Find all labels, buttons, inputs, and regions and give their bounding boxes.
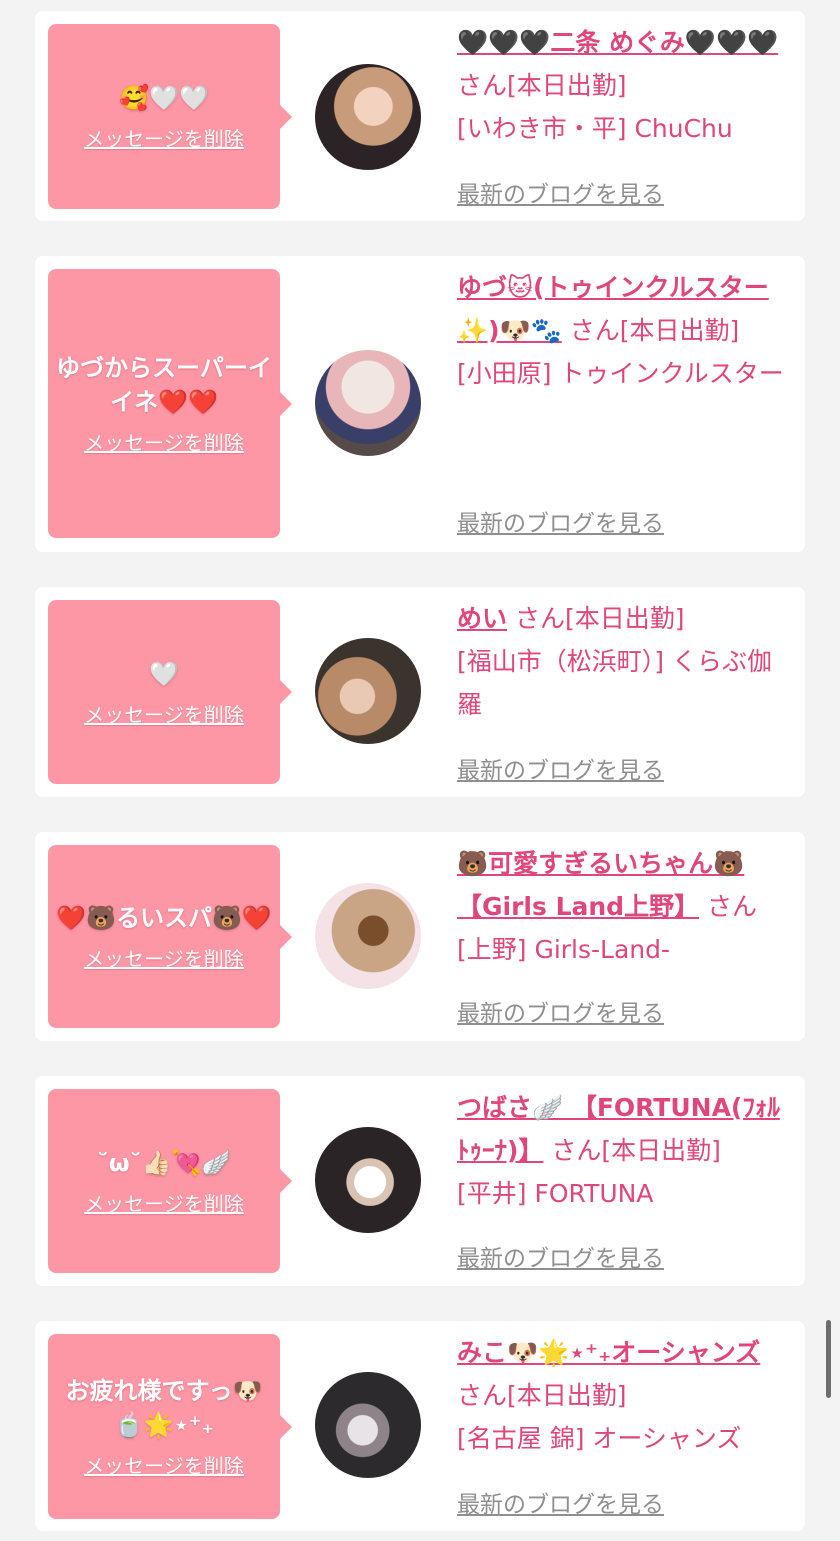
message-bubble: 🤍 メッセージを削除 xyxy=(48,600,292,784)
shop-label: [上野] Girls-Land- xyxy=(457,935,671,964)
view-blog-link[interactable]: 最新のブログを見る xyxy=(457,504,664,538)
message-bubble: ❤️🐻るいスパ🐻❤️ メッセージを削除 xyxy=(48,845,292,1028)
san-label: さん xyxy=(514,604,565,633)
girl-name-link[interactable]: みこ🐶🌟⋆⁺₊オーシャンズ xyxy=(457,1338,760,1367)
message-text: ❤️🐻るいスパ🐻❤️ xyxy=(56,904,272,932)
san-label: さん xyxy=(551,1136,602,1165)
list-item: ゆづからスーパーイイネ❤️❤️ メッセージを削除 ゆづ🐱(トゥインクルスター✨)… xyxy=(35,256,805,552)
card-info: 🖤🖤🖤二条 めぐみ🖤🖤🖤 さん[本日出勤] [いわき市・平] ChuChu xyxy=(457,21,789,150)
status-badge: [本日出勤] xyxy=(507,1381,627,1410)
card-info: めい さん[本日出勤] [福山市（松浜町）] くらぶ伽羅 xyxy=(457,597,789,726)
card-info: つばさ🪽 【FORTUNA(ﾌｫﾙﾄｩｰﾅ)】 さん[本日出勤] [平井] FO… xyxy=(457,1086,789,1215)
shop-label: [平井] FORTUNA xyxy=(457,1179,654,1208)
message-bubble: ゆづからスーパーイイネ❤️❤️ メッセージを削除 xyxy=(48,269,292,538)
girl-name-link[interactable]: 🐻可愛すぎるいちゃん🐻【Girls Land上野】 xyxy=(457,849,744,921)
card-info: 🐻可愛すぎるいちゃん🐻【Girls Land上野】 さん [上野] Girls-… xyxy=(457,842,789,971)
avatar[interactable] xyxy=(315,883,421,989)
delete-message-link[interactable]: メッセージを削除 xyxy=(84,943,244,972)
san-label: さん xyxy=(457,1381,508,1410)
girl-name-link[interactable]: 🖤🖤🖤二条 めぐみ🖤🖤🖤 xyxy=(457,28,778,57)
delete-message-link[interactable]: メッセージを削除 xyxy=(84,1188,244,1217)
list-item: お疲れ様ですっ🐶🍵🌟⋆⁺₊ メッセージを削除 みこ🐶🌟⋆⁺₊オーシャンズ さん[… xyxy=(35,1321,805,1531)
san-label: さん xyxy=(707,892,758,921)
avatar[interactable] xyxy=(315,350,421,456)
status-badge: [本日出勤] xyxy=(507,71,627,100)
girl-name-link[interactable]: めい xyxy=(457,604,507,633)
scrollbar[interactable] xyxy=(826,1320,831,1398)
shop-label: [小田原] トゥインクルスター xyxy=(457,359,784,388)
message-text: ˘ω˘👍🏻💘🪽 xyxy=(96,1148,232,1177)
shop-label: [いわき市・平] ChuChu xyxy=(457,114,733,143)
view-blog-link[interactable]: 最新のブログを見る xyxy=(457,1239,664,1273)
avatar[interactable] xyxy=(315,1127,421,1233)
message-bubble: 🥰🤍🤍 メッセージを削除 xyxy=(48,24,292,209)
list-item: ˘ω˘👍🏻💘🪽 メッセージを削除 つばさ🪽 【FORTUNA(ﾌｫﾙﾄｩｰﾅ)】… xyxy=(35,1076,805,1286)
message-text: 🤍 xyxy=(149,659,179,688)
avatar[interactable] xyxy=(315,1372,421,1478)
status-badge: [本日出勤] xyxy=(564,604,685,633)
view-blog-link[interactable]: 最新のブログを見る xyxy=(457,175,664,209)
delete-message-link[interactable]: メッセージを削除 xyxy=(84,123,244,152)
shop-label: [福山市（松浜町）] くらぶ伽羅 xyxy=(457,647,772,719)
message-bubble: ˘ω˘👍🏻💘🪽 メッセージを削除 xyxy=(48,1089,292,1273)
view-blog-link[interactable]: 最新のブログを見る xyxy=(457,1485,664,1519)
san-label: さん xyxy=(569,316,620,345)
message-bubble: お疲れ様ですっ🐶🍵🌟⋆⁺₊ メッセージを削除 xyxy=(48,1334,292,1519)
delete-message-link[interactable]: メッセージを削除 xyxy=(84,699,244,728)
message-text: 🥰🤍🤍 xyxy=(119,84,209,112)
delete-message-link[interactable]: メッセージを削除 xyxy=(84,1450,244,1479)
list-item: ❤️🐻るいスパ🐻❤️ メッセージを削除 🐻可愛すぎるいちゃん🐻【Girls La… xyxy=(35,832,805,1041)
message-text: ゆづからスーパーイイネ❤️❤️ xyxy=(56,354,272,416)
list-item: 🤍 メッセージを削除 めい さん[本日出勤] [福山市（松浜町）] くらぶ伽羅 … xyxy=(35,587,805,797)
view-blog-link[interactable]: 最新のブログを見る xyxy=(457,994,664,1028)
shop-label: [名古屋 錦] オーシャンズ xyxy=(457,1424,742,1453)
message-text: お疲れ様ですっ🐶🍵🌟⋆⁺₊ xyxy=(65,1377,263,1439)
avatar[interactable] xyxy=(315,64,421,170)
card-info: ゆづ🐱(トゥインクルスター✨)🐶🐾 さん[本日出勤] [小田原] トゥインクルス… xyxy=(457,266,789,395)
san-label: さん xyxy=(457,71,508,100)
view-blog-link[interactable]: 最新のブログを見る xyxy=(457,751,664,785)
status-badge: [本日出勤] xyxy=(619,316,740,345)
list-item: 🥰🤍🤍 メッセージを削除 🖤🖤🖤二条 めぐみ🖤🖤🖤 さん[本日出勤] [いわき市… xyxy=(35,11,805,221)
avatar[interactable] xyxy=(315,638,421,744)
status-badge: [本日出勤] xyxy=(601,1136,721,1165)
delete-message-link[interactable]: メッセージを削除 xyxy=(84,427,244,456)
card-info: みこ🐶🌟⋆⁺₊オーシャンズ さん[本日出勤] [名古屋 錦] オーシャンズ xyxy=(457,1331,789,1460)
